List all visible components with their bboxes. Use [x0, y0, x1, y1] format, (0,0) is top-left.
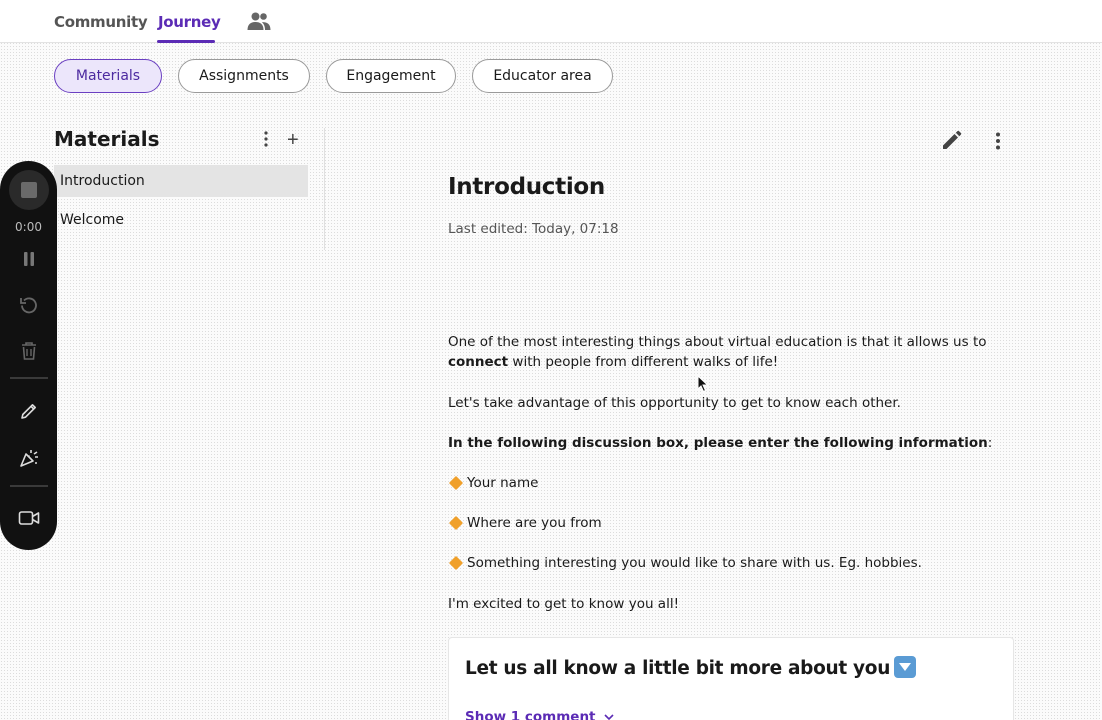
restart-icon [20, 297, 37, 314]
show-comments-link[interactable]: Show 1 comment [465, 709, 614, 720]
paragraph-2: Let's take advantage of this opportunity… [448, 395, 901, 411]
pencil-icon [21, 404, 36, 419]
add-material-icon[interactable]: + [287, 129, 299, 152]
pill-educator-area[interactable]: Educator area [472, 59, 613, 93]
discussion-title: Let us all know a little bit more about … [465, 656, 917, 679]
pill-assignments[interactable]: Assignments [178, 59, 310, 93]
show-comments-label: Show 1 comment [465, 709, 596, 720]
list-item-text: Your name [467, 475, 539, 491]
paragraph-3-bold: In the following discussion box, please … [448, 435, 988, 451]
pill-engagement[interactable]: Engagement [326, 59, 456, 93]
sidebar-title: Materials [54, 127, 160, 151]
top-nav: Community Journey [0, 0, 1102, 43]
paragraph-end: I'm excited to get to know you all! [448, 596, 679, 612]
last-edited: Last edited: Today, 07:18 [448, 221, 619, 237]
recorder-toolbar: 0:00 [0, 161, 57, 550]
sidebar-item-introduction[interactable]: Introduction [54, 165, 308, 197]
paragraph-1-bold: connect [448, 354, 509, 370]
stop-recording-button[interactable] [9, 170, 49, 210]
list-item: Something interesting you would like to … [448, 553, 1018, 573]
draw-button[interactable] [9, 391, 49, 431]
pause-button[interactable] [9, 239, 49, 279]
delete-recording-button[interactable] [9, 331, 49, 371]
restart-button[interactable] [9, 285, 49, 325]
paragraph-3-tail: : [987, 435, 993, 451]
chevron-down-icon [604, 714, 614, 720]
paragraph-1: One of the most interesting things about… [448, 332, 1018, 372]
people-icon[interactable] [247, 11, 271, 31]
diamond-bullet-icon [448, 515, 464, 530]
mouse-cursor-icon [697, 375, 709, 393]
paragraph-3: In the following discussion box, please … [448, 433, 1018, 453]
recording-time: 0:00 [15, 220, 42, 234]
pause-icon [24, 252, 34, 266]
discussion-title-text: Let us all know a little bit more about … [465, 658, 891, 679]
sidebar-more-icon[interactable] [258, 130, 274, 148]
camera-button[interactable] [9, 498, 49, 538]
paragraph-1-text: One of the most interesting things about… [448, 334, 987, 350]
trash-icon [22, 342, 36, 360]
list-item-text: Where are you from [467, 515, 602, 531]
camera-icon [18, 511, 40, 525]
discussion-card: Let us all know a little bit more about … [448, 637, 1014, 720]
effects-button[interactable] [9, 438, 49, 478]
diamond-bullet-icon [448, 555, 464, 570]
tab-journey[interactable]: Journey [158, 13, 221, 31]
active-tab-indicator [157, 40, 215, 43]
effects-icon [20, 450, 38, 467]
list-item: Your name [448, 473, 1018, 493]
sidebar-item-welcome[interactable]: Welcome [54, 204, 308, 236]
stop-icon [21, 182, 37, 198]
toolbar-divider [10, 485, 48, 487]
edit-pencil-icon[interactable] [940, 130, 962, 152]
tab-community[interactable]: Community [54, 13, 148, 31]
list-item-text: Something interesting you would like to … [467, 555, 922, 571]
sidebar-divider [324, 128, 325, 250]
page-title: Introduction [448, 174, 605, 200]
pill-materials[interactable]: Materials [54, 59, 162, 93]
more-options-icon[interactable] [990, 131, 1006, 151]
paragraph-1-tail: with people from different walks of life… [508, 354, 779, 370]
list-item: Where are you from [448, 513, 1018, 533]
toolbar-divider [10, 377, 48, 379]
down-arrow-icon [894, 656, 917, 678]
diamond-bullet-icon [448, 475, 464, 490]
